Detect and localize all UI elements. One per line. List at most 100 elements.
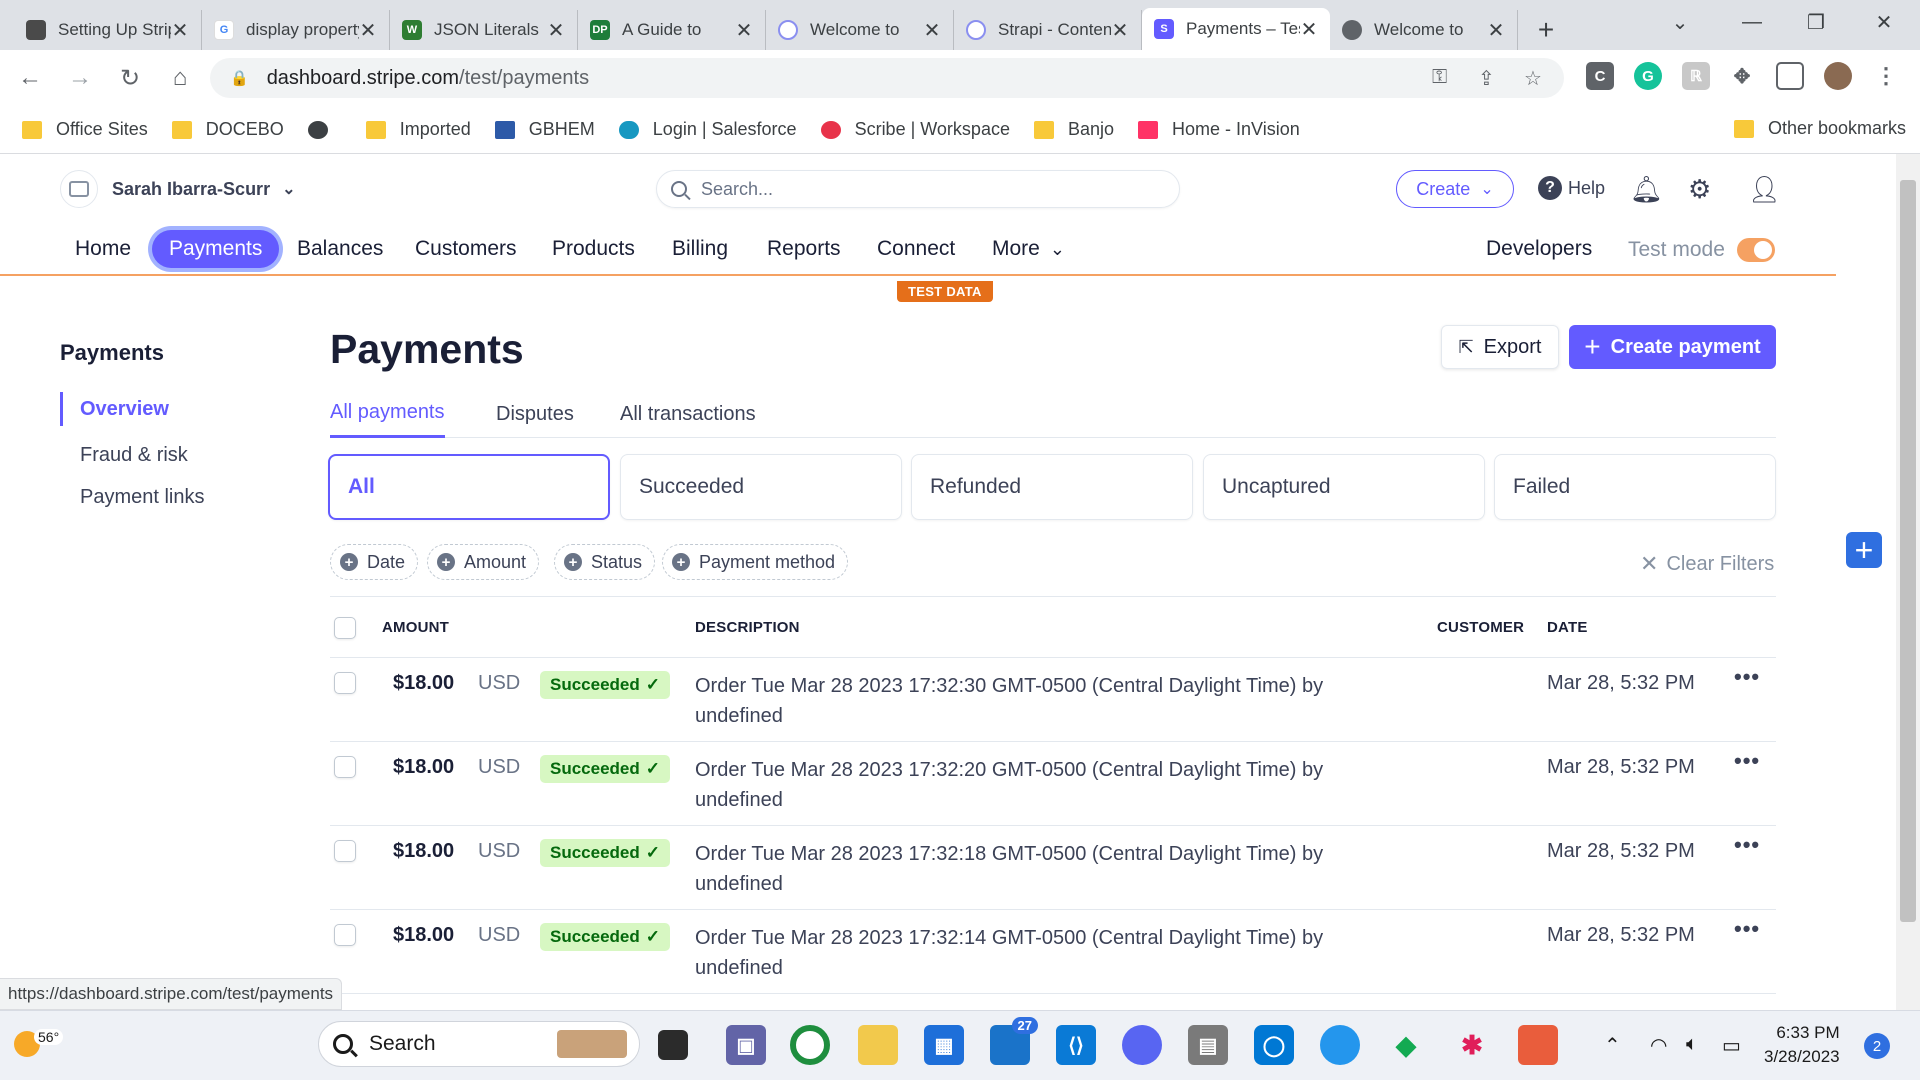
browser-tab[interactable]: Strapi - Content ✕	[954, 10, 1142, 50]
address-bar[interactable]: 🔒 dashboard.stripe.com/test/payments ⚿ ⇪…	[210, 58, 1564, 98]
extension-c-icon[interactable]: C	[1586, 62, 1614, 90]
bookmark-gbhem[interactable]: GBHEM	[494, 119, 595, 140]
nav-customers[interactable]: Customers	[415, 230, 517, 268]
row-more-icon[interactable]: •••	[1734, 832, 1760, 858]
close-tab-icon[interactable]: ✕	[1300, 17, 1318, 42]
table-row[interactable]: $18.00 USD Succeeded ✓ Order Tue Mar 28 2…	[330, 910, 1776, 994]
discord-icon[interactable]	[1122, 1025, 1162, 1065]
user-icon[interactable]: 👤︎	[1748, 174, 1781, 205]
status-filter-refunded[interactable]: Refunded	[911, 454, 1193, 520]
nav-home[interactable]: Home	[75, 230, 131, 268]
sidebar-item-overview[interactable]: Overview	[60, 392, 205, 426]
nav-reports[interactable]: Reports	[767, 230, 841, 268]
back-arrow-icon[interactable]: ←	[10, 58, 50, 98]
filter-chip-amount[interactable]: + Amount	[427, 544, 540, 580]
bookmark-imported[interactable]: Imported	[365, 119, 471, 140]
close-window-icon[interactable]: ✕	[1856, 0, 1912, 44]
column-date[interactable]: DATE	[1547, 619, 1588, 636]
restore-icon[interactable]: ❐	[1788, 0, 1844, 44]
browser-tab[interactable]: Welcome to ✕	[766, 10, 954, 50]
reload-icon[interactable]: ↻	[110, 58, 150, 98]
column-description[interactable]: DESCRIPTION	[695, 619, 800, 636]
table-row[interactable]: $18.00 USD Succeeded ✓ Order Tue Mar 28 2…	[330, 658, 1776, 742]
chevron-up-icon[interactable]: ⌃	[1604, 1033, 1621, 1058]
outlook-icon[interactable]: 27	[990, 1017, 1038, 1065]
share-icon[interactable]: ⇪	[1478, 66, 1495, 91]
app-icon[interactable]	[1518, 1025, 1558, 1065]
browser-tab-active[interactable]: S Payments – Test ✕	[1142, 8, 1330, 50]
extensions-puzzle-icon[interactable]: ✥	[1728, 62, 1756, 90]
account-switcher[interactable]: Sarah Ibarra-Scurr ⌄	[60, 170, 295, 208]
help-button[interactable]: ? Help	[1538, 176, 1605, 200]
export-button[interactable]: ⇱ Export	[1441, 325, 1559, 369]
chat-icon[interactable]: ▣	[726, 1025, 766, 1065]
status-filter-all[interactable]: All	[328, 454, 610, 520]
table-row[interactable]: $18.00 USD Succeeded ✓ Order Tue Mar 28 2…	[330, 742, 1776, 826]
row-checkbox[interactable]	[334, 672, 356, 694]
scrollbar-thumb[interactable]	[1900, 180, 1916, 922]
sidebar-item-payment-links[interactable]: Payment links	[60, 476, 205, 518]
row-more-icon[interactable]: •••	[1734, 664, 1760, 690]
taskbar-search[interactable]: Search	[318, 1021, 640, 1067]
bookmark-scribe[interactable]: Scribe | Workspace	[820, 119, 1010, 140]
file-explorer-icon[interactable]	[858, 1025, 898, 1065]
test-mode-toggle[interactable]: Test mode	[1628, 238, 1775, 262]
new-tab-button[interactable]: +	[1526, 10, 1566, 50]
docker-icon[interactable]	[1320, 1025, 1360, 1065]
gear-icon[interactable]: ⚙	[1688, 174, 1711, 205]
calendar-icon[interactable]: ▦	[924, 1025, 964, 1065]
row-more-icon[interactable]: •••	[1734, 916, 1760, 942]
filter-chip-status[interactable]: + Status	[554, 544, 656, 580]
browser-tab[interactable]: Setting Up Stripe✕	[14, 10, 202, 50]
nav-more[interactable]: More ⌄	[992, 230, 1065, 268]
close-tab-icon[interactable]: ✕	[547, 18, 565, 43]
bell-icon[interactable]: 🔔︎	[1630, 174, 1663, 205]
side-panel-icon[interactable]	[1776, 62, 1804, 90]
tab-all-payments[interactable]: All payments	[330, 390, 445, 438]
status-filter-failed[interactable]: Failed	[1494, 454, 1776, 520]
tab-disputes[interactable]: Disputes	[496, 390, 574, 438]
sidebar-item-fraud-risk[interactable]: Fraud & risk	[60, 434, 205, 476]
minimize-icon[interactable]: —	[1724, 0, 1780, 44]
battery-icon[interactable]: ▭	[1722, 1033, 1741, 1058]
browser-tab[interactable]: Welcome to ✕	[1330, 10, 1518, 50]
create-dropdown-button[interactable]: Create ⌄	[1396, 170, 1514, 208]
clear-filters-button[interactable]: ✕ Clear Filters	[1640, 551, 1774, 577]
tab-search-chevron-icon[interactable]: ⌄	[1652, 0, 1708, 44]
chrome-icon[interactable]	[790, 1025, 830, 1065]
select-all-checkbox[interactable]	[334, 617, 356, 639]
bookmark-globe[interactable]	[307, 120, 342, 139]
create-payment-button[interactable]: + Create payment	[1569, 325, 1776, 369]
volume-icon[interactable]: 🔈︎	[1686, 1033, 1698, 1056]
status-filter-succeeded[interactable]: Succeeded	[620, 454, 902, 520]
row-checkbox[interactable]	[334, 756, 356, 778]
bookmark-docebo[interactable]: DOCEBO	[171, 119, 284, 140]
home-icon[interactable]: ⌂	[160, 58, 200, 98]
windows-start-icon[interactable]	[256, 1027, 292, 1063]
bookmark-banjo[interactable]: Banjo	[1033, 119, 1114, 140]
slack-icon[interactable]: ✱	[1452, 1025, 1492, 1065]
nav-products[interactable]: Products	[552, 230, 635, 268]
close-tab-icon[interactable]: ✕	[735, 18, 753, 43]
system-clock[interactable]: 6:33 PM 3/28/2023	[1764, 1021, 1840, 1069]
browser-tab[interactable]: DP A Guide to ✕	[578, 10, 766, 50]
close-tab-icon[interactable]: ✕	[1111, 18, 1129, 43]
cortana-icon[interactable]: ◯	[1254, 1025, 1294, 1065]
nav-payments[interactable]: Payments	[152, 230, 280, 268]
close-tab-icon[interactable]: ✕	[923, 18, 941, 43]
grammarly-icon[interactable]: G	[1634, 62, 1662, 90]
nav-balances[interactable]: Balances	[297, 230, 383, 268]
mongodb-leaf-icon[interactable]: ◆	[1386, 1025, 1426, 1065]
weather-widget[interactable]: 56°	[14, 1021, 64, 1059]
calculator-icon[interactable]: ▤	[1188, 1025, 1228, 1065]
table-row[interactable]: $18.00 USD Succeeded ✓ Order Tue Mar 28 2…	[330, 826, 1776, 910]
status-filter-uncaptured[interactable]: Uncaptured	[1203, 454, 1485, 520]
bookmark-invision[interactable]: Home - InVision	[1138, 119, 1300, 140]
nav-connect[interactable]: Connect	[877, 230, 955, 268]
side-panel-add-icon[interactable]: +	[1846, 532, 1882, 568]
column-customer[interactable]: CUSTOMER	[1437, 619, 1524, 636]
bookmark-star-icon[interactable]: ☆	[1524, 66, 1542, 91]
close-tab-icon[interactable]: ✕	[359, 18, 377, 43]
row-checkbox[interactable]	[334, 840, 356, 862]
vscode-icon[interactable]: ⟨⟩	[1056, 1025, 1096, 1065]
